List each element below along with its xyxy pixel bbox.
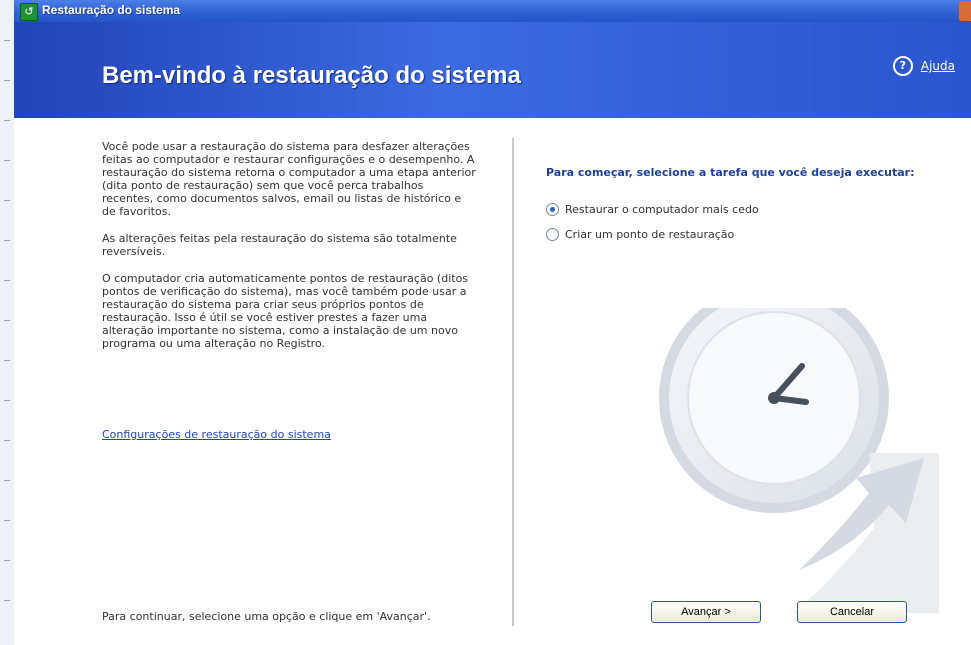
restore-option-label[interactable]: Restaurar o computador mais cedo	[565, 203, 759, 216]
strip-tick	[4, 520, 10, 521]
panel-divider	[512, 138, 514, 626]
continue-instruction: Para continuar, selecione uma opção e cl…	[102, 610, 431, 623]
description-paragraph-2: As alterações feitas pela restauração do…	[102, 232, 457, 258]
left-description-panel: Você pode usar a restauração do sistema …	[102, 140, 477, 364]
strip-tick	[4, 160, 10, 161]
strip-tick	[4, 360, 10, 361]
page-title: Bem-vindo à restauração do sistema	[102, 62, 521, 89]
restore-option-row[interactable]: Restaurar o computador mais cedo	[546, 203, 946, 216]
main-content: Você pode usar a restauração do sistema …	[14, 118, 971, 645]
create-point-radio[interactable]	[546, 228, 559, 241]
task-prompt: Para começar, selecione a tarefa que voc…	[546, 166, 915, 179]
strip-tick	[4, 40, 10, 41]
help-icon[interactable]: ?	[892, 56, 913, 76]
description-paragraph-1: Você pode usar a restauração do sistema …	[102, 140, 476, 218]
clock-arrow-icon	[659, 308, 939, 613]
strip-tick	[4, 600, 10, 601]
strip-tick	[4, 480, 10, 481]
left-desktop-strip	[0, 0, 15, 645]
task-selection-panel: Para começar, selecione a tarefa que voc…	[546, 166, 946, 253]
description-paragraph-3: O computador cria automaticamente pontos…	[102, 272, 469, 350]
create-point-option-label[interactable]: Criar um ponto de restauração	[565, 228, 734, 241]
system-restore-icon: ↺	[20, 3, 38, 21]
help-link[interactable]: Ajuda	[921, 59, 955, 73]
strip-tick	[4, 280, 10, 281]
window-title: Restauração do sistema	[42, 3, 181, 17]
strip-tick	[4, 400, 10, 401]
close-button[interactable]	[959, 1, 971, 21]
strip-tick	[4, 120, 10, 121]
strip-tick	[4, 440, 10, 441]
strip-tick	[4, 320, 10, 321]
strip-tick	[4, 200, 10, 201]
cancel-button[interactable]: Cancelar	[797, 601, 907, 623]
wizard-header: Bem-vindo à restauração do sistema ? Aju…	[14, 22, 971, 118]
strip-tick	[4, 80, 10, 81]
next-button[interactable]: Avançar >	[651, 601, 761, 623]
help-control[interactable]: ? Ajuda	[892, 56, 955, 76]
strip-tick	[4, 240, 10, 241]
restore-settings-link[interactable]: Configurações de restauração do sistema	[102, 428, 331, 441]
restore-radio[interactable]	[546, 203, 559, 216]
window-titlebar[interactable]: ↺ Restauração do sistema	[14, 0, 971, 22]
create-point-option-row[interactable]: Criar um ponto de restauração	[546, 228, 946, 241]
strip-tick	[4, 560, 10, 561]
